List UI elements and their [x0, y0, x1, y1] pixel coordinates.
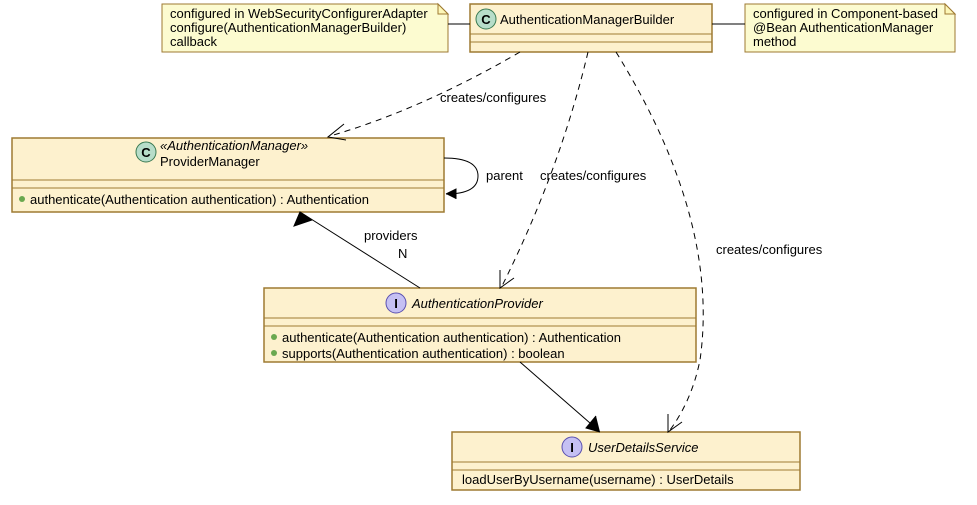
- note-right-line3: method: [753, 34, 796, 49]
- note-left-line3: callback: [170, 34, 217, 49]
- ap-m1: authenticate(Authentication authenticati…: [282, 330, 621, 345]
- letter-i-icon: I: [394, 296, 398, 311]
- ap-m2: supports(Authentication authentication) …: [282, 346, 565, 361]
- note-left: configured in WebSecurityConfigurerAdapt…: [162, 4, 448, 52]
- edge-amb-ap-label: creates/configures: [540, 168, 647, 183]
- edge-pm-ap-mult: N: [398, 246, 407, 261]
- edge-pm-ap-label: providers: [364, 228, 418, 243]
- ap-name: AuthenticationProvider: [411, 296, 543, 311]
- uds-name: UserDetailsService: [588, 440, 699, 455]
- pm-stereo: «AuthenticationManager»: [160, 138, 308, 153]
- edge-pm-self: parent: [444, 158, 523, 199]
- note-left-line2: configure(AuthenticationManagerBuilder): [170, 20, 406, 35]
- class-user-details-service: I UserDetailsService loadUserByUsername(…: [452, 432, 800, 490]
- uds-m1: loadUserByUsername(username) : UserDetai…: [462, 472, 734, 487]
- edge-amb-pm: creates/configures: [328, 52, 547, 140]
- pm-name: ProviderManager: [160, 154, 260, 169]
- class-authentication-manager-builder: C AuthenticationManagerBuilder: [470, 4, 712, 52]
- note-right-line1: configured in Component-based: [753, 6, 938, 21]
- letter-c-icon: C: [141, 145, 151, 160]
- note-right-line2: @Bean AuthenticationManager: [753, 20, 934, 35]
- note-left-line1: configured in WebSecurityConfigurerAdapt…: [170, 6, 428, 21]
- pm-m1: authenticate(Authentication authenticati…: [30, 192, 369, 207]
- edge-amb-uds-label: creates/configures: [716, 242, 823, 257]
- amb-name: AuthenticationManagerBuilder: [500, 12, 675, 27]
- edge-pm-ap: providers N: [294, 212, 420, 288]
- edge-amb-uds: creates/configures: [616, 52, 823, 432]
- letter-c-icon: C: [481, 12, 491, 27]
- edge-pm-self-label: parent: [486, 168, 523, 183]
- note-right: configured in Component-based @Bean Auth…: [745, 4, 955, 52]
- letter-i-icon: I: [570, 440, 574, 455]
- edge-ap-uds: [520, 362, 600, 432]
- class-authentication-provider: I AuthenticationProvider authenticate(Au…: [264, 288, 696, 362]
- class-provider-manager: C «AuthenticationManager» ProviderManage…: [12, 138, 444, 212]
- edge-amb-pm-label: creates/configures: [440, 90, 547, 105]
